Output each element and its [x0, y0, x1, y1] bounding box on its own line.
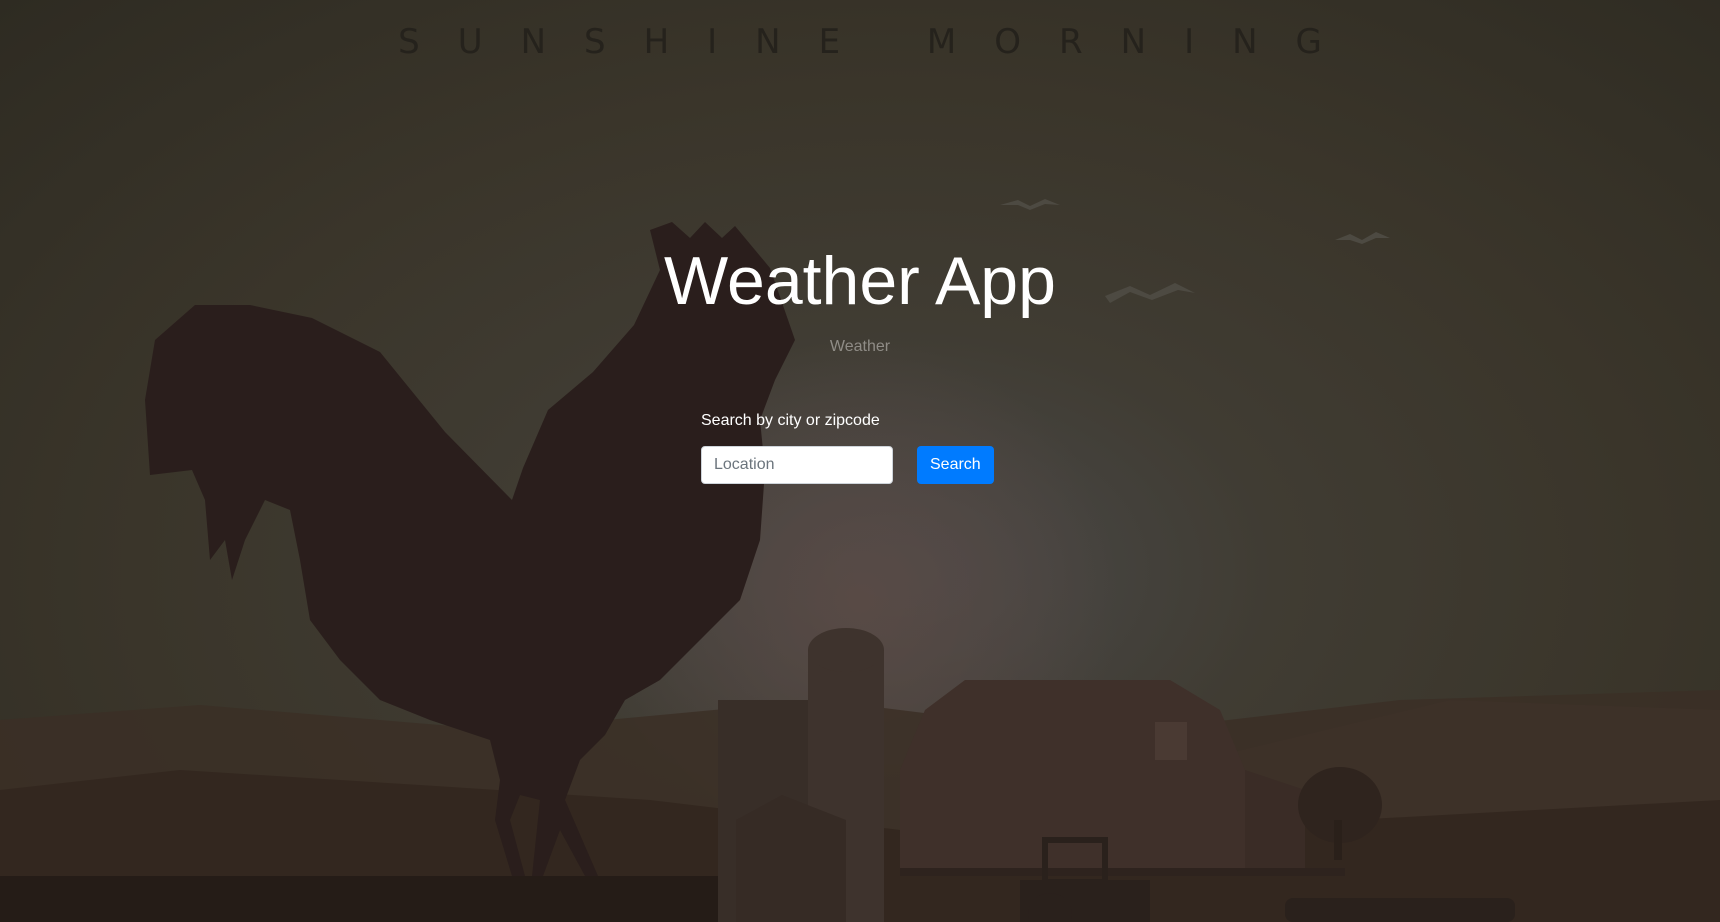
sunshine-morning-banner: SUNSHINE MORNING — [398, 22, 1360, 62]
location-input[interactable] — [701, 446, 893, 484]
hero-section: Weather App Weather — [0, 240, 1720, 356]
search-form: Search by city or zipcode Search — [701, 412, 1021, 484]
weather-app-page: SUNSHINE MORNING Weather App Weather Sea… — [0, 0, 1720, 922]
search-row: Search — [701, 446, 1021, 484]
page-title: Weather App — [664, 243, 1056, 319]
search-label: Search by city or zipcode — [701, 412, 880, 429]
page-subtitle: Weather — [829, 338, 891, 355]
search-button[interactable]: Search — [917, 446, 994, 484]
